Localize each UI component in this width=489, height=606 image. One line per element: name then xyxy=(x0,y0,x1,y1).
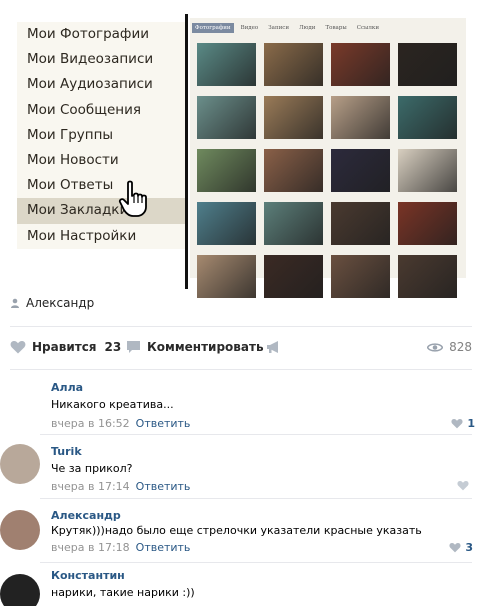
hand-pointer-icon xyxy=(118,180,147,217)
comment-like-count: 3 xyxy=(465,541,473,554)
divider xyxy=(40,498,472,499)
gallery-tab-video[interactable]: Видео xyxy=(238,23,262,33)
comment-text: Че за прикол? xyxy=(51,462,133,475)
comment-like-count: 1 xyxy=(467,417,475,430)
sidebar-menu: Мои Фотографии Мои Видеозаписи Мои Аудио… xyxy=(17,22,187,249)
comment-meta: вчера в 16:52 Ответить xyxy=(51,417,190,430)
photo-thumbnail[interactable] xyxy=(398,96,457,139)
photo-thumbnail[interactable] xyxy=(398,202,457,245)
comment-author[interactable]: Алла xyxy=(51,381,83,394)
photo-thumbnail[interactable] xyxy=(264,43,323,86)
comment-author[interactable]: Александр xyxy=(51,509,121,522)
menu-item-messages[interactable]: Мои Сообщения xyxy=(17,97,187,123)
gallery-tab-goods[interactable]: Товары xyxy=(322,23,349,33)
photo-thumbnail[interactable] xyxy=(264,202,323,245)
menu-item-groups[interactable]: Мои Группы xyxy=(17,122,187,148)
photo-thumbnail[interactable] xyxy=(398,149,457,192)
comment-text: Никакого креатива... xyxy=(51,398,174,411)
menu-item-photos[interactable]: Мои Фотографии xyxy=(17,22,187,48)
comment-like-button[interactable]: 1 xyxy=(451,417,475,430)
avatar[interactable] xyxy=(0,444,40,484)
photo-thumbnail[interactable] xyxy=(264,149,323,192)
comments-section: Алла Никакого креатива... вчера в 16:52 … xyxy=(0,370,489,606)
comment-like-button[interactable]: 3 xyxy=(449,541,473,554)
avatar[interactable] xyxy=(0,574,40,606)
comment-like-button[interactable] xyxy=(457,480,469,491)
gallery-tab-links[interactable]: Ссылки xyxy=(354,23,382,33)
comment-button[interactable]: Комментировать xyxy=(126,340,264,354)
like-button[interactable]: Нравится 23 xyxy=(10,340,121,354)
photo-grid xyxy=(197,43,457,298)
avatar[interactable] xyxy=(0,510,40,550)
menu-item-answers[interactable]: Мои Ответы xyxy=(17,173,187,199)
comment-text: нарики, такие нарики :)) xyxy=(51,586,195,599)
views-counter: 828 xyxy=(427,340,472,354)
comment-icon xyxy=(127,341,140,353)
views-count: 828 xyxy=(449,340,472,354)
comment-time[interactable]: вчера в 17:14 xyxy=(51,480,130,493)
divider xyxy=(10,326,472,327)
like-count: 23 xyxy=(104,340,122,354)
post-actions: Нравится 23 Комментировать 828 xyxy=(10,340,472,358)
menu-item-settings[interactable]: Мои Настройки xyxy=(17,223,187,249)
photo-thumbnail[interactable] xyxy=(331,149,390,192)
megaphone-icon xyxy=(267,341,278,353)
heart-icon xyxy=(10,340,26,354)
share-button[interactable] xyxy=(266,340,281,354)
photo-thumbnail[interactable] xyxy=(197,149,256,192)
comment-author[interactable]: Turik xyxy=(51,445,82,458)
comment-meta: вчера в 17:18 Ответить xyxy=(51,541,190,554)
comment-time[interactable]: вчера в 17:18 xyxy=(51,541,130,554)
comment-text: Крутяк)))надо было еще стрелочки указате… xyxy=(51,524,422,537)
divider xyxy=(40,562,472,563)
gallery-tab-people[interactable]: Люди xyxy=(296,23,318,33)
photo-thumbnail[interactable] xyxy=(331,255,390,298)
photo-thumbnail[interactable] xyxy=(264,255,323,298)
reply-link[interactable]: Ответить xyxy=(136,480,191,493)
comment-meta: вчера в 17:14 Ответить xyxy=(51,480,190,493)
reply-link[interactable]: Ответить xyxy=(136,417,191,430)
photo-thumbnail[interactable] xyxy=(197,255,256,298)
photo-thumbnail[interactable] xyxy=(197,43,256,86)
gallery-tab-photos[interactable]: Фотографии xyxy=(192,23,234,33)
bookmarks-gallery: Фотографии Видео Записи Люди Товары Ссыл… xyxy=(190,18,466,298)
comment-author[interactable]: Константин xyxy=(51,569,125,582)
menu-item-news[interactable]: Мои Новости xyxy=(17,147,187,174)
post-author[interactable]: Александр xyxy=(10,296,94,310)
heart-icon xyxy=(451,418,463,429)
photo-thumbnail[interactable] xyxy=(331,96,390,139)
gallery-tabs: Фотографии Видео Записи Люди Товары Ссыл… xyxy=(192,23,382,33)
reply-link[interactable]: Ответить xyxy=(136,541,191,554)
photo-thumbnail[interactable] xyxy=(197,202,256,245)
like-label: Нравится xyxy=(32,340,97,354)
comment-time[interactable]: вчера в 16:52 xyxy=(51,417,130,430)
avatar[interactable] xyxy=(0,378,40,418)
image-divider xyxy=(185,14,188,289)
photo-thumbnail[interactable] xyxy=(197,96,256,139)
photo-thumbnail[interactable] xyxy=(331,43,390,86)
heart-icon xyxy=(449,542,461,553)
menu-item-bookmarks[interactable]: Мои Закладки xyxy=(17,198,187,224)
photo-thumbnail[interactable] xyxy=(398,255,457,298)
photo-thumbnail[interactable] xyxy=(398,43,457,86)
gallery-tab-posts[interactable]: Записи xyxy=(265,23,292,33)
divider xyxy=(40,434,472,435)
eye-icon xyxy=(427,342,444,352)
menu-item-audio[interactable]: Мои Аудиозаписи xyxy=(17,72,187,98)
post-author-name[interactable]: Александр xyxy=(26,296,94,310)
user-icon xyxy=(11,298,19,308)
photo-thumbnail[interactable] xyxy=(264,96,323,139)
comment-label: Комментировать xyxy=(147,340,264,354)
heart-icon xyxy=(457,480,469,491)
menu-item-videos[interactable]: Мои Видеозаписи xyxy=(17,47,187,73)
photo-thumbnail[interactable] xyxy=(331,202,390,245)
post-image[interactable]: Мои Фотографии Мои Видеозаписи Мои Аудио… xyxy=(0,0,489,298)
